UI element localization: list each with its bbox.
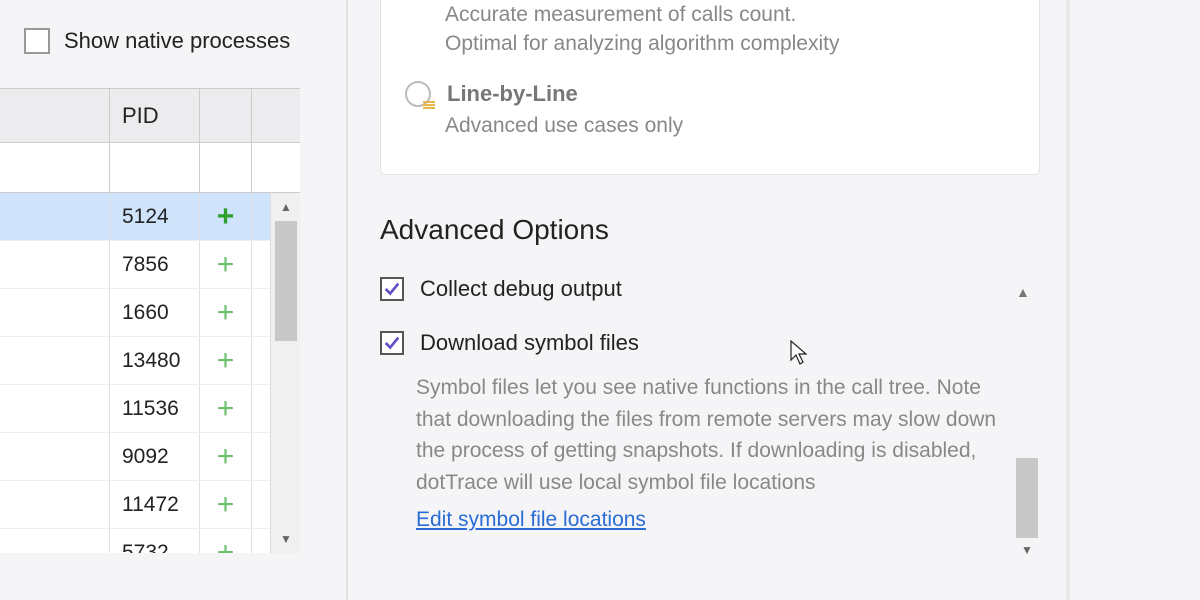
cell-pid: 9092 xyxy=(110,433,200,480)
cell-pid: 13480 xyxy=(110,337,200,384)
plus-icon[interactable]: + xyxy=(217,298,235,328)
show-native-processes-label: Show native processes xyxy=(64,28,290,54)
column-header-spacer xyxy=(252,89,300,142)
tracing-desc-1: Accurate measurement of calls count. xyxy=(445,0,1015,29)
plus-icon[interactable]: + xyxy=(217,538,235,554)
process-grid-header: PID xyxy=(0,89,300,143)
plus-icon[interactable]: + xyxy=(217,346,235,376)
table-row[interactable]: 5124 + xyxy=(0,193,300,241)
line-by-line-option[interactable]: Line-by-Line xyxy=(445,81,1015,107)
scroll-up-icon[interactable]: ▲ xyxy=(271,193,300,221)
filter-name[interactable] xyxy=(0,143,110,192)
tracing-desc-2: Optimal for analyzing algorithm complexi… xyxy=(445,29,1015,58)
plus-icon[interactable]: + xyxy=(217,202,235,232)
process-grid-filter-row xyxy=(0,143,300,193)
right-pane-scrollbar[interactable]: ▼ xyxy=(1012,0,1042,600)
edit-symbol-locations-link[interactable]: Edit symbol file locations xyxy=(416,504,1006,536)
table-row[interactable]: 9092 + xyxy=(0,433,300,481)
cell-pid: 7856 xyxy=(110,241,200,288)
filter-pid[interactable] xyxy=(110,143,200,192)
plus-icon[interactable]: + xyxy=(217,250,235,280)
advanced-options-heading: Advanced Options xyxy=(380,214,609,246)
process-grid-scrollbar[interactable]: ▲ ▼ xyxy=(270,193,300,553)
filter-spacer xyxy=(252,143,300,192)
line-by-line-icon xyxy=(405,81,431,107)
cell-pid: 11536 xyxy=(110,385,200,432)
options-pane: Accurate measurement of calls count. Opt… xyxy=(380,0,1080,600)
collect-debug-label: Collect debug output xyxy=(420,276,622,302)
process-grid: PID 5124 + 7856 + 1660 + xyxy=(0,88,300,193)
cell-pid: 1660 xyxy=(110,289,200,336)
download-symbols-row: Download symbol files xyxy=(380,330,639,356)
download-symbols-help-text: Symbol files let you see native function… xyxy=(416,376,996,494)
cell-pid: 5732 xyxy=(110,529,200,553)
filter-add xyxy=(200,143,252,192)
line-by-line-desc: Advanced use cases only xyxy=(445,111,1015,140)
download-symbols-label: Download symbol files xyxy=(420,330,639,356)
plus-icon[interactable]: + xyxy=(217,490,235,520)
cell-pid: 11472 xyxy=(110,481,200,528)
download-symbols-help: Symbol files let you see native function… xyxy=(416,372,1006,536)
process-grid-body: 5124 + 7856 + 1660 + 13480 + 11536 + xyxy=(0,193,300,553)
profiling-mode-card: Accurate measurement of calls count. Opt… xyxy=(380,0,1040,175)
table-row[interactable]: 7856 + xyxy=(0,241,300,289)
pane-divider xyxy=(346,0,348,600)
download-symbols-checkbox[interactable] xyxy=(380,331,404,355)
cell-pid: 5124 xyxy=(110,193,200,240)
plus-icon[interactable]: + xyxy=(217,442,235,472)
scroll-down-icon[interactable]: ▼ xyxy=(271,525,300,553)
scroll-down-icon[interactable]: ▼ xyxy=(1012,538,1042,562)
show-native-processes-row: Show native processes xyxy=(24,28,290,54)
scroll-thumb[interactable] xyxy=(1016,458,1038,538)
column-header-pid[interactable]: PID xyxy=(110,89,200,142)
column-header-name[interactable] xyxy=(0,89,110,142)
collect-debug-checkbox[interactable] xyxy=(380,277,404,301)
right-edge-divider xyxy=(1066,0,1070,600)
process-list-pane: Show native processes PID 5124 + 7856 + xyxy=(0,0,300,600)
scroll-thumb[interactable] xyxy=(275,221,297,341)
show-native-processes-checkbox[interactable] xyxy=(24,28,50,54)
table-row[interactable]: 11536 + xyxy=(0,385,300,433)
table-row[interactable]: 5732 + xyxy=(0,529,300,553)
column-header-add xyxy=(200,89,252,142)
line-by-line-label: Line-by-Line xyxy=(447,81,578,107)
table-row[interactable]: 1660 + xyxy=(0,289,300,337)
table-row[interactable]: 11472 + xyxy=(0,481,300,529)
plus-icon[interactable]: + xyxy=(217,394,235,424)
collect-debug-row: Collect debug output xyxy=(380,276,622,302)
table-row[interactable]: 13480 + xyxy=(0,337,300,385)
